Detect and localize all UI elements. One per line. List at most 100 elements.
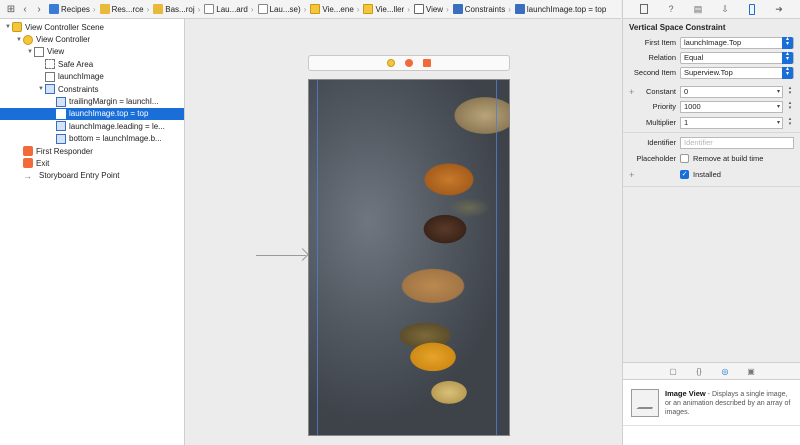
code-snippet-icon[interactable]: {} [694,367,704,376]
identifier-input[interactable]: Identifier [680,136,794,149]
constraint-icon [56,133,66,144]
outline-item[interactable]: launchImage [0,71,184,83]
attributes-inspector-icon[interactable]: ⇩ [719,3,731,15]
outline-item[interactable]: Exit [0,157,184,169]
breadcrumb-item[interactable]: Recipes [46,0,90,18]
view-icon [413,4,424,14]
first-item-popup[interactable]: launchImage.Top ▴ ▾ [680,36,794,49]
launch-image-view[interactable] [308,79,510,436]
constant-stepper[interactable]: ▴ ▾ [786,85,794,98]
constant-field[interactable]: 0 ▾ [680,85,783,98]
outline-item[interactable]: ▼ View Controller [0,33,184,45]
outline-item-label: Constraints [58,84,99,94]
constraint-icon [45,84,55,95]
popup-arrows-icon: ▴ ▾ [782,36,793,49]
breadcrumb-item[interactable]: Vie...ene [307,0,354,18]
outline-item[interactable]: bottom = launchImage.b... [0,133,184,145]
outline-item-label: View [47,47,65,57]
placeholder-row: Placeholder Remove at build time [623,152,800,165]
first-responder-icon[interactable] [405,59,413,67]
priority-stepper[interactable]: ▴ ▾ [786,100,794,113]
breadcrumb-label: Bas...roj [165,4,195,14]
constraints-icon [452,4,463,14]
add-variation-icon[interactable]: + [629,87,634,97]
outline-item[interactable]: trailingMargin = launchI... [0,95,184,107]
media-library-icon[interactable]: ▣ [746,367,756,376]
relation-value: Equal [684,53,704,62]
outline-item[interactable]: ▼ View Controller Scene [0,21,184,33]
quick-help-icon[interactable]: ? [665,3,677,15]
library-filter-area [623,426,800,445]
multiplier-stepper[interactable]: ▴ ▾ [786,116,794,129]
second-item-popup[interactable]: Superview.Top ▴ ▾ [680,66,794,79]
breadcrumb-item[interactable]: Bas...roj [150,0,195,18]
disclosure-triangle-icon[interactable]: ▼ [26,49,34,55]
second-item-label: Second Item [633,68,676,77]
chevron-right-icon: › [250,4,254,14]
multiplier-field[interactable]: 1 ▾ [680,116,783,129]
remove-at-build-time-checkbox[interactable] [680,154,689,163]
multiplier-value: 1 [684,118,689,127]
outline-item-label: launchImage.top = top [69,109,149,119]
connections-inspector-icon[interactable]: ➜ [773,3,785,15]
outline-item[interactable]: Safe Area [0,58,184,70]
relation-popup[interactable]: Equal ▴ ▾ [680,51,794,64]
outline-item[interactable]: → Storyboard Entry Point [0,170,184,182]
related-items-icon[interactable]: ⊞ [4,2,18,16]
view-controller-icon[interactable] [387,59,395,67]
first-item-row: First Item launchImage.Top ▴ ▾ [623,36,800,49]
forward-chevron-icon[interactable]: › [32,2,46,16]
image-view-icon [631,388,659,417]
breadcrumb-item[interactable]: Vie...ller [360,0,404,18]
breadcrumb-item[interactable]: Lau...se) [255,0,301,18]
size-inspector-icon[interactable] [746,3,758,15]
exit-icon[interactable] [423,59,431,67]
outline-item-label: trailingMargin = launchI... [69,97,159,107]
installed-checkbox[interactable]: ✓ [680,170,689,179]
add-variation-icon[interactable]: + [629,170,634,180]
placeholder-label: Placeholder [636,154,676,163]
disclosure-triangle-icon[interactable]: ▼ [4,24,12,30]
outline-item-label: Storyboard Entry Point [39,171,120,181]
outline-item-label: View Controller Scene [25,22,105,32]
outline-item[interactable]: ▼ View [0,46,184,58]
priority-value: 1000 [684,102,701,111]
outline-item[interactable]: launchImage.leading = le... [0,120,184,132]
storyboard-entry-arrow[interactable] [256,255,306,256]
disclosure-triangle-icon[interactable]: ▼ [37,86,45,92]
outline-item[interactable]: First Responder [0,145,184,157]
constraint-icon [514,4,525,14]
constraint-icon [56,108,66,119]
priority-field[interactable]: 1000 ▾ [680,100,783,113]
breadcrumb-item[interactable]: Constraints [450,0,506,18]
identity-inspector-icon[interactable]: ▤ [692,3,704,15]
file-inspector-icon[interactable] [638,3,650,15]
storyboard-canvas[interactable] [186,19,621,445]
breadcrumb-item[interactable]: launchImage.top = top [512,0,606,18]
first-item-value: launchImage.Top [684,38,742,47]
outline-item[interactable]: launchImage.top = top [0,107,184,121]
identifier-label: Identifier [647,138,676,147]
disclosure-triangle-icon[interactable]: ▼ [15,37,23,43]
file-template-icon[interactable]: ▢ [668,367,678,376]
image-view-icon [45,71,55,82]
priority-label: Priority [652,102,676,111]
breadcrumb-item[interactable]: Res...rce [97,0,144,18]
back-chevron-icon[interactable]: ‹ [18,2,32,16]
breadcrumb-item[interactable]: Lau...ard [201,0,248,18]
installed-row: + ✓ Installed [623,168,800,181]
entry-arrow-icon: → [23,170,32,181]
outline-item[interactable]: ▼ Constraints [0,83,184,95]
chevron-right-icon: › [446,4,449,14]
library-item-title: Image View [665,388,706,398]
object-library-icon[interactable]: ◎ [720,367,730,376]
breadcrumb-label: Lau...se) [269,4,301,14]
chevron-right-icon: › [92,4,96,14]
document-outline: ▼ View Controller Scene ▼ View Controller ▼ V… [0,19,185,445]
breadcrumb-label: Constraints [464,4,506,14]
file-icon [257,4,268,14]
breadcrumb-item[interactable]: View [411,0,443,18]
remove-at-build-time-label: Remove at build time [693,154,764,163]
breadcrumb-label: Recipes [61,4,90,14]
library-item-image-view[interactable]: Image View - Displays a single image, or… [623,380,800,426]
